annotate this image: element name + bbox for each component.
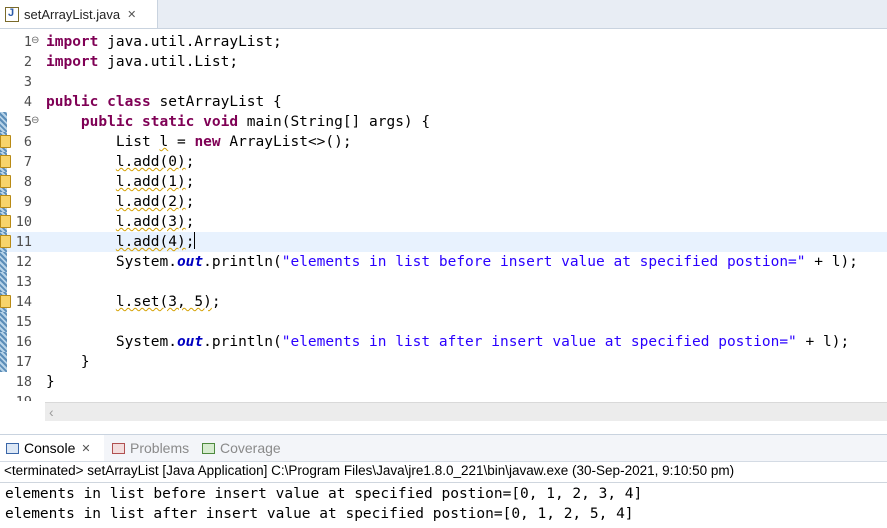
code-line[interactable]: 9 l.add(2); <box>0 192 887 212</box>
line-number: 2 <box>23 54 32 70</box>
line-number: 18 <box>15 374 32 390</box>
code-text: System.out.println("elements in list bef… <box>46 254 858 270</box>
code-text: public static void main(String[] args) { <box>80 114 431 130</box>
code-line[interactable]: 12 System.out.println("elements in list … <box>0 252 887 272</box>
editor-tab-setArrayList[interactable]: setArrayList.java ✕ <box>0 0 158 28</box>
line-number: 8 <box>23 174 32 190</box>
line-number: 13 <box>15 274 32 290</box>
code-line[interactable]: 16 System.out.println("elements in list … <box>0 332 887 352</box>
code-line[interactable]: 14 l.set(3, 5); <box>0 292 887 312</box>
line-number: 17 <box>15 354 32 370</box>
code-editor[interactable]: 1 ⊖ import java.util.ArrayList; 2 import jav… <box>0 29 887 401</box>
code-text: l.add(3); <box>115 214 195 230</box>
code-line[interactable]: 5 ⊖ public static void main(String[] args… <box>0 112 887 132</box>
line-number: 3 <box>23 74 32 90</box>
fold-toggle-icon[interactable]: ⊖ <box>31 115 39 127</box>
code-line[interactable]: 13 <box>0 272 887 292</box>
line-number: 14 <box>15 294 32 310</box>
code-text: l.add(0); <box>115 154 195 170</box>
code-line[interactable]: 1 ⊖ import java.util.ArrayList; <box>0 32 887 52</box>
code-line[interactable]: 7 l.add(0); <box>0 152 887 172</box>
line-number: 6 <box>23 134 32 150</box>
code-text: import java.util.List; <box>46 54 239 70</box>
coverage-icon <box>202 442 215 454</box>
console-status-line: <terminated> setArrayList [Java Applicat… <box>4 463 735 478</box>
tab-console-label: Console <box>24 440 76 456</box>
editor-tab-bar: setArrayList.java ✕ <box>0 0 887 29</box>
console-divider <box>0 482 887 483</box>
tab-problems-label: Problems <box>130 440 190 456</box>
tab-problems[interactable]: Problems <box>106 435 189 461</box>
line-number: 11 <box>15 234 32 250</box>
code-line[interactable]: 3 <box>0 72 887 92</box>
console-output-line: elements in list before insert value at … <box>5 486 643 502</box>
code-line[interactable]: 8 l.add(1); <box>0 172 887 192</box>
code-text: l.add(4); <box>115 232 196 250</box>
line-number: 5 <box>23 114 32 130</box>
code-line[interactable]: 19 <box>0 392 887 401</box>
line-number: 1 <box>23 34 32 50</box>
code-line[interactable]: 6 List l = new ArrayList<>(); <box>0 132 887 152</box>
code-text: List l = new ArrayList<>(); <box>46 134 352 150</box>
code-line[interactable]: 17 } <box>0 352 887 372</box>
code-line[interactable]: 15 <box>0 312 887 332</box>
fold-toggle-icon[interactable]: ⊖ <box>31 35 39 47</box>
code-line[interactable]: 2 import java.util.List; <box>0 52 887 72</box>
line-number: 10 <box>15 214 32 230</box>
code-text: import java.util.ArrayList; <box>46 34 282 50</box>
code-text: l.set(3, 5); <box>115 294 221 310</box>
line-number: 15 <box>15 314 32 330</box>
console-icon <box>6 442 19 454</box>
close-tab-icon[interactable]: ✕ <box>127 8 136 21</box>
code-line[interactable]: 18} <box>0 372 887 392</box>
editor-tab-label: setArrayList.java <box>24 6 121 22</box>
line-number: 16 <box>15 334 32 350</box>
code-text: } <box>46 354 90 370</box>
problems-icon <box>112 442 125 454</box>
line-number: 19 <box>0 392 32 401</box>
console-tab-bar: Console ✕ Problems Coverage <box>0 434 887 462</box>
code-text: l.add(2); <box>115 194 195 210</box>
close-console-icon[interactable]: ✕ <box>81 442 90 455</box>
line-number: 7 <box>23 154 32 170</box>
tab-coverage-label: Coverage <box>220 440 281 456</box>
horizontal-scrollbar[interactable]: ‹ <box>45 402 887 421</box>
scroll-left-icon[interactable]: ‹ <box>49 403 54 421</box>
code-text: l.add(1); <box>115 174 195 190</box>
code-line[interactable]: 11 l.add(4); <box>0 232 887 252</box>
line-number: 12 <box>15 254 32 270</box>
code-text: System.out.println("elements in list aft… <box>46 334 850 350</box>
line-number: 9 <box>23 194 32 210</box>
code-line[interactable]: 10 l.add(3); <box>0 212 887 232</box>
tab-coverage[interactable]: Coverage <box>196 435 281 461</box>
console-output-line: elements in list after insert value at s… <box>5 506 634 522</box>
line-number: 4 <box>23 94 32 110</box>
java-file-icon <box>5 6 19 22</box>
code-line[interactable]: 4 public class setArrayList { <box>0 92 887 112</box>
code-text: } <box>46 374 55 390</box>
tab-console[interactable]: Console ✕ <box>0 435 104 461</box>
code-text: public class setArrayList { <box>46 94 282 110</box>
